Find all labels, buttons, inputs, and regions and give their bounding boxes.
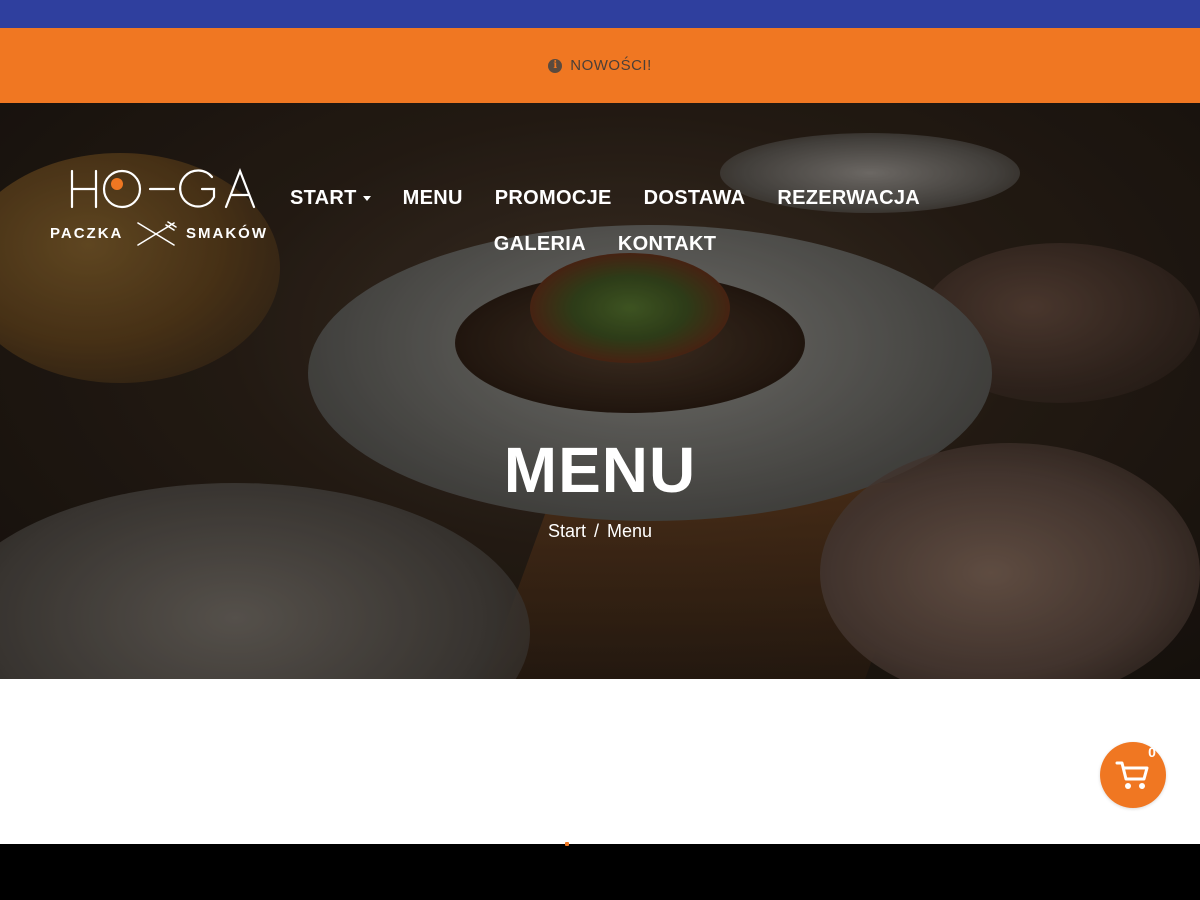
nav-item-start[interactable]: START <box>290 187 371 210</box>
nav-item-label: PROMOCJE <box>494 186 612 209</box>
site-logo[interactable]: PACZKA SMAKÓW <box>50 167 310 257</box>
breadcrumb-home-link[interactable]: Start <box>548 521 586 541</box>
breadcrumb-current: Menu <box>607 521 653 541</box>
nav-row-primary: START MENU PROMOCJE DOSTAWA REZERWACJA <box>290 175 920 221</box>
nav-item-label: GALERIA <box>493 232 586 255</box>
logo-tagline-right: SMAKÓW <box>186 225 268 242</box>
nav-item-dostawa[interactable]: DOSTAWA <box>644 187 746 210</box>
nav-item-label: KONTAKT <box>617 232 717 255</box>
footer-bar <box>0 844 1200 900</box>
logo-tagline-left: PACZKA <box>50 225 124 242</box>
cart-count-badge: 0 <box>1148 744 1156 760</box>
fork-knife-icon <box>137 221 177 246</box>
nav-item-label: MENU <box>402 186 463 209</box>
footer-accent <box>565 842 569 846</box>
logo-mark <box>70 167 256 209</box>
nav-item-menu[interactable]: MENU <box>403 187 463 210</box>
nav-item-kontakt[interactable]: KONTAKT <box>618 233 716 256</box>
hero-banner: PACZKA SMAKÓW START MENU PROMOCJE DOSTAW… <box>0 103 1200 679</box>
nav-item-galeria[interactable]: GALERIA <box>494 233 586 256</box>
nav-item-promocje[interactable]: PROMOCJE <box>495 187 612 210</box>
nav-item-label: START <box>289 186 357 209</box>
nav-item-label: DOSTAWA <box>643 186 746 209</box>
notice-text[interactable]: NOWOŚCI! <box>570 57 652 74</box>
breadcrumb: Start / Menu <box>0 521 1200 542</box>
info-icon: i <box>548 58 563 73</box>
page-title: MENU <box>503 434 697 506</box>
nav-item-rezerwacja[interactable]: REZERWACJA <box>777 187 920 210</box>
breadcrumb-separator: / <box>593 521 599 541</box>
nav-row-secondary: GALERIA KONTAKT <box>315 221 895 267</box>
main-nav: START MENU PROMOCJE DOSTAWA REZERWACJA G… <box>290 175 920 267</box>
notice-bar[interactable]: i NOWOŚCI! <box>0 28 1200 103</box>
chevron-down-icon <box>362 195 371 201</box>
page-content <box>0 679 1200 844</box>
top-strip <box>0 0 1200 28</box>
nav-item-label: REZERWACJA <box>777 186 921 209</box>
